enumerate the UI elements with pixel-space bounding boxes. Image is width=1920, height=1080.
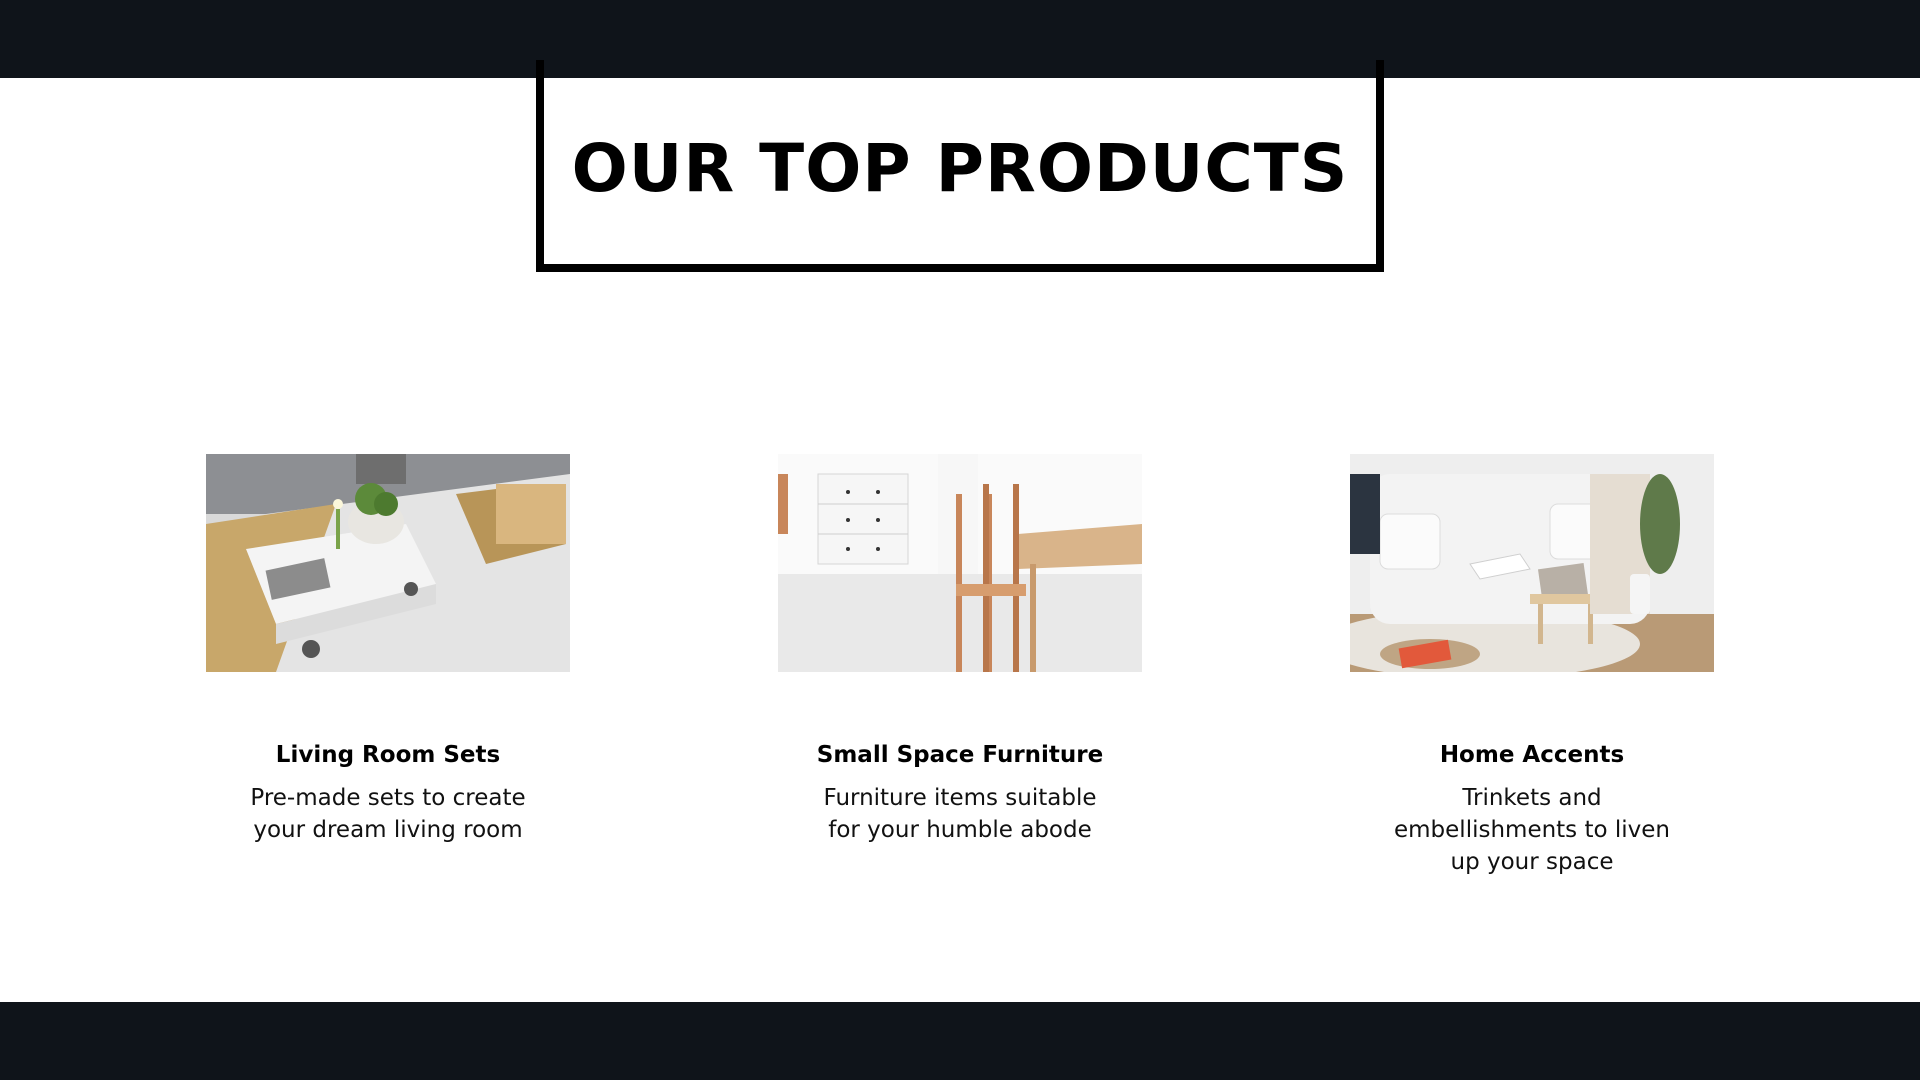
product-title: Home Accents [1439,742,1625,768]
product-title: Living Room Sets [275,742,501,768]
product-card-small-space-furniture: Small Space Furniture Furniture items su… [778,454,1142,846]
heading-frame: OUR TOP PRODUCTS [536,60,1384,272]
living-room-coffee-table-photo [206,454,570,672]
page-title: OUR TOP PRODUCTS [571,129,1349,207]
product-description: Trinkets and embellishments to liven up … [1394,785,1670,875]
product-card-home-accents: Home Accents Trinkets and embellishments… [1350,454,1714,878]
product-title: Small Space Furniture [816,742,1104,768]
dresser-and-dining-chairs-photo [778,454,1142,672]
bottom-band [0,1002,1920,1080]
product-description: Pre-made sets to create your dream livin… [250,785,526,843]
product-description: Furniture items suitable for your humble… [823,785,1097,843]
product-card-living-room-sets: Living Room Sets Pre-made sets to create… [206,454,570,846]
white-sofa-with-pillows-photo [1350,454,1714,672]
